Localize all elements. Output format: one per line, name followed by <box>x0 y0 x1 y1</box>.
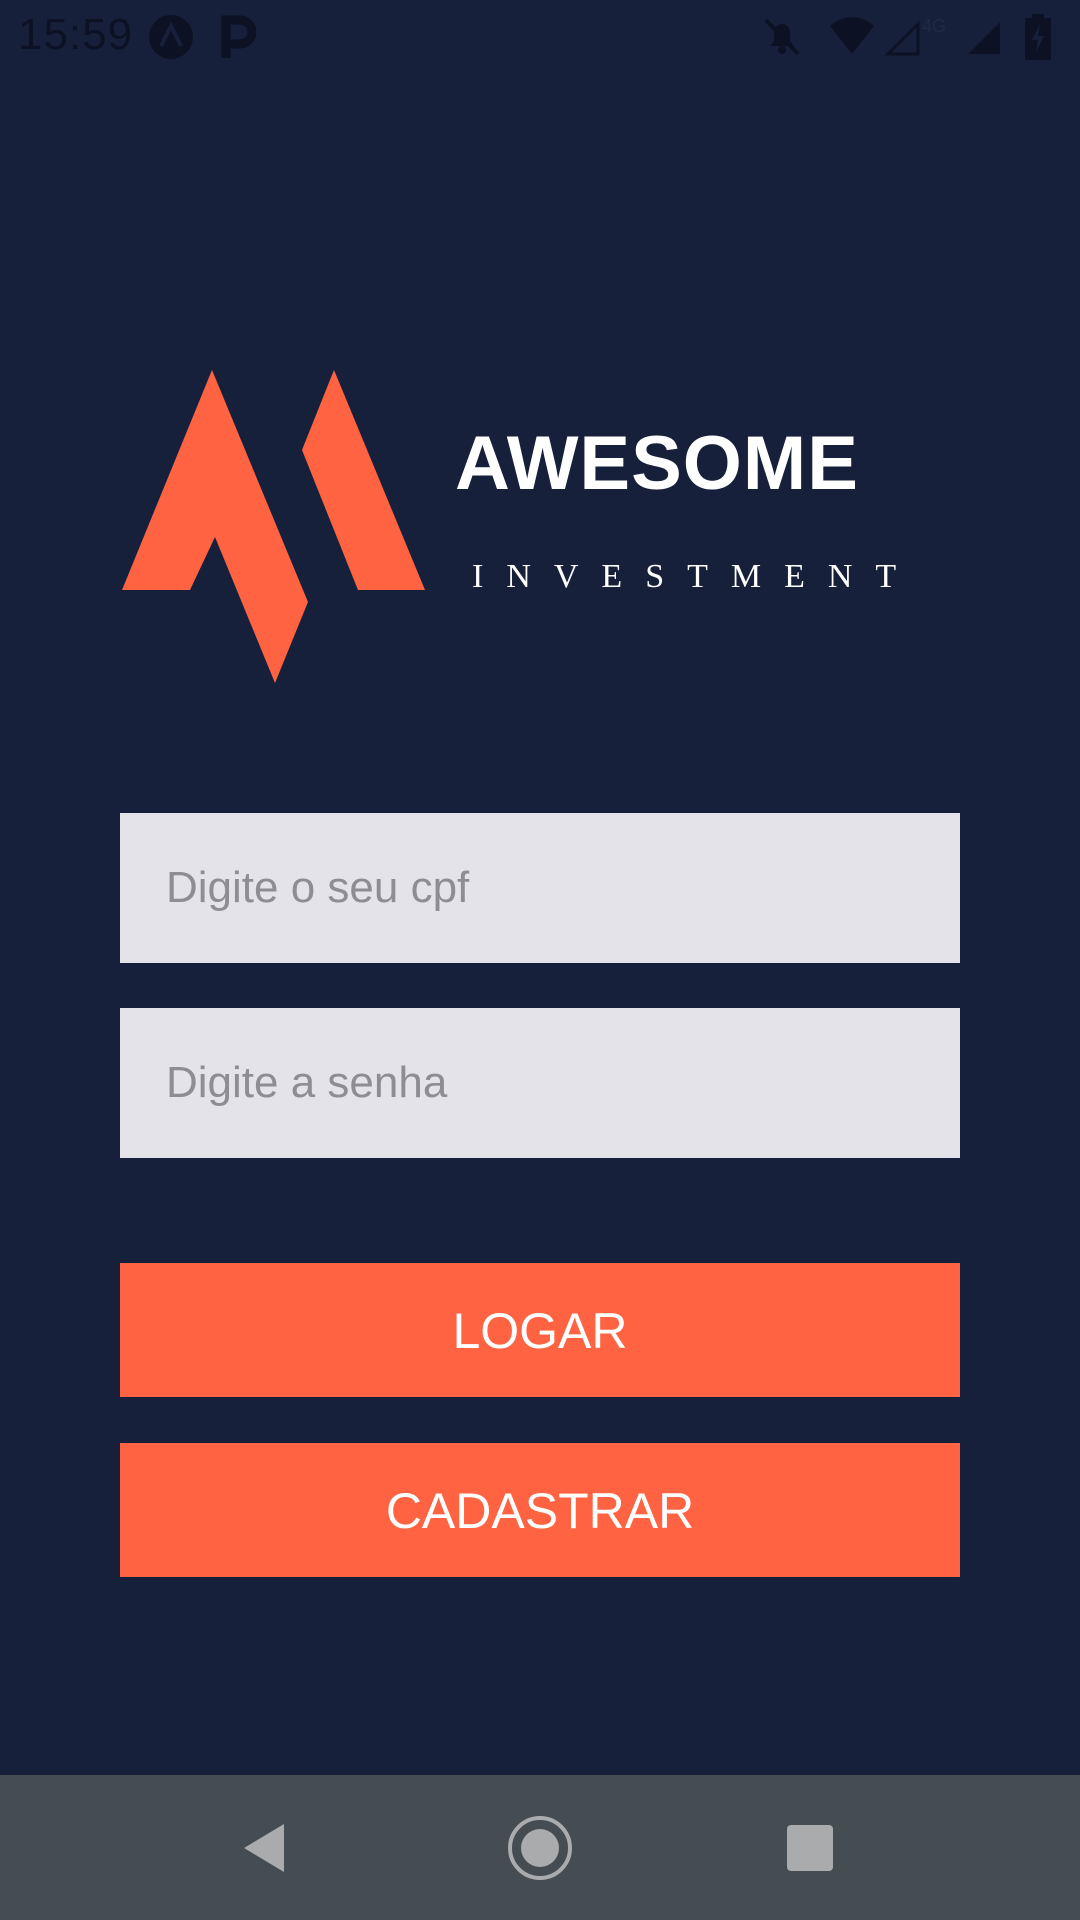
brand-logo <box>120 365 430 685</box>
status-time: 15:59 <box>18 10 134 59</box>
home-icon <box>508 1815 572 1880</box>
p-app-icon <box>220 14 256 58</box>
status-bar: 15:59 4G <box>0 0 1080 74</box>
nav-back-button[interactable] <box>198 1775 338 1920</box>
login-screen: 15:59 4G AWESOME INVESTMENT Digite o seu… <box>0 0 1080 1920</box>
password-input[interactable] <box>120 1008 960 1158</box>
notifications-off-icon <box>760 14 804 58</box>
svg-text:4G: 4G <box>922 16 946 36</box>
wifi-icon <box>828 14 876 58</box>
cpf-input[interactable] <box>120 813 960 963</box>
brand-title: AWESOME <box>455 421 859 506</box>
login-button[interactable]: LOGAR <box>120 1263 960 1397</box>
signal-icon <box>964 14 1004 58</box>
navigation-bar <box>0 1775 1080 1920</box>
signal-4g-icon: 4G <box>884 14 954 58</box>
battery-charging-icon <box>1024 14 1052 60</box>
nav-recents-button[interactable] <box>740 1775 880 1920</box>
back-icon <box>244 1823 284 1872</box>
brand-subtitle: INVESTMENT <box>472 558 920 595</box>
recents-icon <box>787 1824 833 1871</box>
register-button[interactable]: CADASTRAR <box>120 1443 960 1577</box>
nav-home-button[interactable] <box>470 1775 610 1920</box>
expo-app-icon <box>148 14 194 59</box>
